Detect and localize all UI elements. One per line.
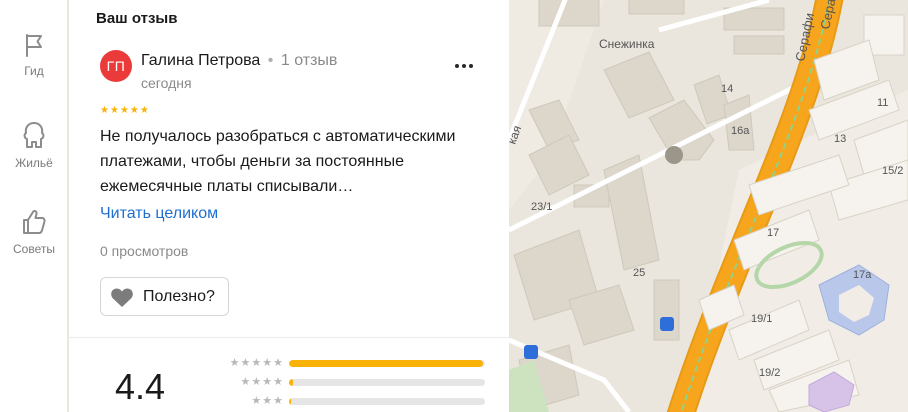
map-label-17: 17 xyxy=(767,227,779,239)
review-rating-stars: ★ ★ ★ ★ ★ xyxy=(100,106,149,116)
distribution-bar-fill xyxy=(289,398,291,405)
distribution-row[interactable]: ★ ★ ★ ★ ★ xyxy=(207,358,485,369)
star-icon: ★ xyxy=(100,105,109,116)
map-label-25: 25 xyxy=(633,267,645,279)
star-icon: ★ xyxy=(240,357,251,369)
star-icon: ★ xyxy=(119,105,129,116)
map-label-19-2: 19/2 xyxy=(759,367,780,379)
heart-icon xyxy=(111,287,133,307)
map-label-14: 14 xyxy=(721,83,733,95)
map-label-19-1: 19/1 xyxy=(751,313,772,325)
section-title: Ваш отзыв xyxy=(96,10,178,27)
useful-label: Полезно? xyxy=(143,287,215,305)
read-more-link[interactable]: Читать целиком xyxy=(100,205,218,223)
star-icon: ★ xyxy=(273,376,283,388)
views-count: 0 просмотров xyxy=(100,243,189,259)
star-icon: ★ xyxy=(251,357,262,369)
distribution-row[interactable]: ★ ★ ★ ★ xyxy=(207,376,485,388)
author-line: Галина Петрова • 1 отзыв xyxy=(141,52,337,70)
map-label-snezhinka: Снежинка xyxy=(599,37,655,51)
star-icon: ★ xyxy=(109,105,119,116)
rail-label-guide: Гид xyxy=(24,64,44,78)
divider xyxy=(69,337,509,338)
rail-item-guide[interactable]: Гид xyxy=(0,32,68,78)
more-dots-icon[interactable] xyxy=(449,55,479,77)
star-icon: ★ xyxy=(251,376,262,388)
map-label-16a: 16а xyxy=(731,125,750,137)
map-label-23-1: 23/1 xyxy=(531,201,552,213)
rail-label-tips: Советы xyxy=(13,242,55,256)
average-rating: 4.4 xyxy=(115,366,166,407)
avatar[interactable]: ГП xyxy=(100,50,132,82)
star-icon: ★ xyxy=(262,376,273,388)
star-icon: ★ xyxy=(229,357,240,369)
map-label-13: 13 xyxy=(834,133,846,145)
star-icon: ★ xyxy=(262,357,273,369)
star-icon: ★ xyxy=(251,395,262,407)
rail-item-housing[interactable]: Жильё xyxy=(0,120,68,170)
star-icon: ★ xyxy=(273,395,283,407)
star-icon: ★ xyxy=(129,105,139,116)
distribution-bar-fill xyxy=(289,360,484,367)
review-text: Не получалось разобраться с автоматическ… xyxy=(100,128,456,195)
author-name[interactable]: Галина Петрова xyxy=(141,52,260,69)
distribution-bar-fill xyxy=(289,379,293,386)
star-icon: ★ xyxy=(240,376,251,388)
map[interactable]: Снежинка 14 16а 23/1 25 17 17а 13 15/2 1… xyxy=(509,0,908,412)
star-icon: ★ xyxy=(262,395,273,407)
flag-icon xyxy=(26,34,42,57)
distribution-bar xyxy=(289,398,485,405)
distribution-row[interactable]: ★ ★ ★ xyxy=(207,396,485,407)
left-rail: Гид Жильё Советы xyxy=(0,0,68,412)
distribution-bar xyxy=(289,379,485,386)
map-label-17a: 17а xyxy=(853,269,872,281)
distribution-stars: ★ ★ ★ ★ xyxy=(207,376,284,388)
map-label-15-2: 15/2 xyxy=(882,165,903,177)
useful-button[interactable]: Полезно? xyxy=(100,277,229,316)
author-review-count: 1 отзыв xyxy=(280,52,338,69)
review-panel: Ваш отзыв ГП Галина Петрова • 1 отзыв се… xyxy=(69,0,509,412)
rail-label-housing: Жильё xyxy=(15,156,53,170)
thumbs-up-icon xyxy=(23,209,46,234)
map-label-11: 11 xyxy=(877,97,888,109)
house-icon xyxy=(23,122,45,148)
star-icon: ★ xyxy=(139,105,149,116)
distribution-bar xyxy=(289,360,485,367)
author-separator: • xyxy=(267,52,274,69)
star-icon: ★ xyxy=(273,357,283,369)
review-date: сегодня xyxy=(141,75,192,91)
distribution-stars: ★ ★ ★ xyxy=(207,396,283,407)
rail-item-tips[interactable]: Советы xyxy=(0,208,68,256)
distribution-stars: ★ ★ ★ ★ ★ xyxy=(207,358,283,369)
